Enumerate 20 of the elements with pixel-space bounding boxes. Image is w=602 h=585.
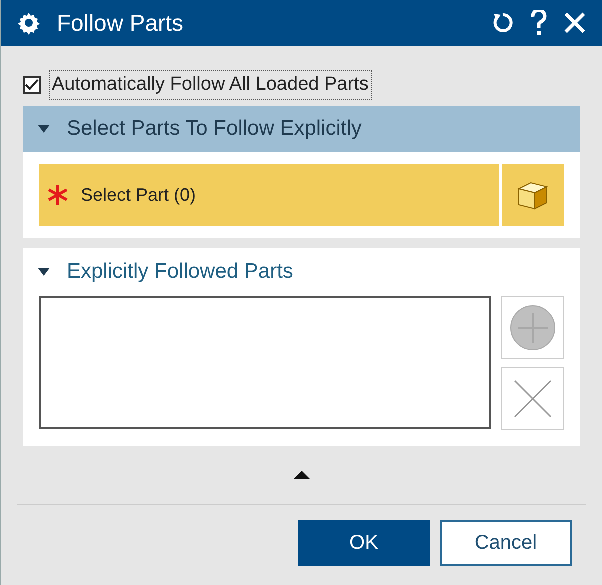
checkbox-label[interactable]: Automatically Follow All Loaded Parts [49, 70, 372, 100]
close-icon[interactable] [564, 12, 586, 34]
section-header[interactable]: Select Parts To Follow Explicitly [23, 106, 580, 152]
settings-icon [17, 11, 41, 35]
help-icon[interactable] [530, 10, 548, 36]
cube-button[interactable] [502, 164, 564, 226]
caret-icon [37, 267, 51, 277]
selection-field[interactable]: Select Part (0) [39, 164, 499, 226]
parts-list[interactable] [39, 296, 491, 429]
ok-button[interactable]: OK [298, 520, 430, 566]
collapse-arrow-icon[interactable] [292, 470, 310, 480]
reset-icon[interactable] [492, 12, 514, 34]
add-icon [510, 304, 556, 350]
remove-button[interactable] [501, 367, 564, 430]
checkbox[interactable] [23, 76, 41, 94]
caret-icon [37, 124, 51, 134]
window-title: Follow Parts [57, 8, 185, 38]
cancel-button[interactable]: Cancel [440, 520, 572, 566]
asterisk-icon [47, 184, 69, 206]
remove-icon [512, 378, 552, 418]
